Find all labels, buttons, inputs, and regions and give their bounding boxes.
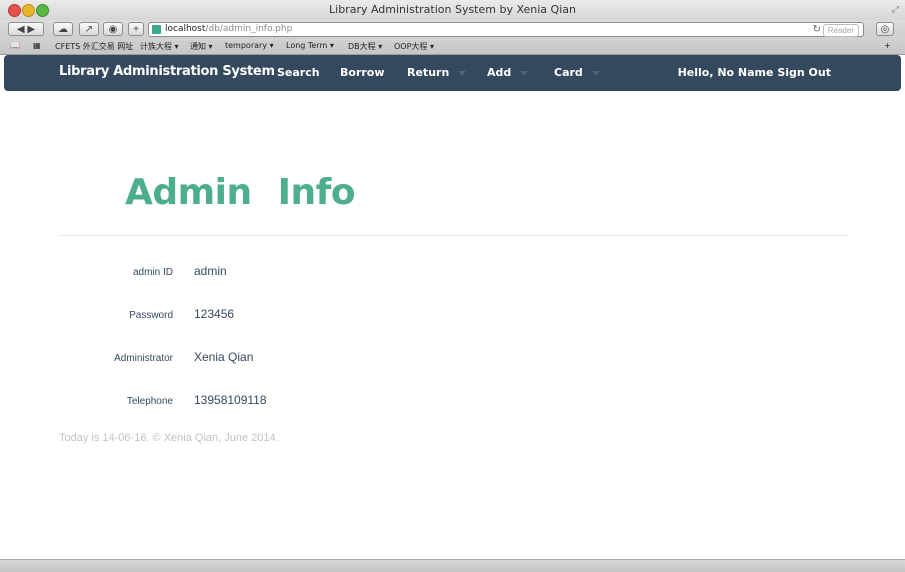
top-sites-icon[interactable]: ▦ xyxy=(33,41,41,50)
divider xyxy=(59,235,847,236)
bookmark-item[interactable]: 计族大程 ▾ xyxy=(140,41,179,52)
chevron-down-icon xyxy=(520,70,529,76)
nav-add[interactable]: Add xyxy=(487,66,529,79)
bookmark-item[interactable]: Long Term ▾ xyxy=(286,41,334,50)
nav-borrow[interactable]: Borrow xyxy=(340,66,385,79)
site-favicon-icon xyxy=(152,25,161,34)
field-label: admin ID xyxy=(132,267,173,278)
back-forward-buttons[interactable]: ◀ ▶ xyxy=(8,22,44,36)
sign-out-link[interactable]: Sign Out xyxy=(777,66,831,79)
nav-search[interactable]: Search xyxy=(277,66,320,79)
reading-list-icon[interactable]: 📖 xyxy=(10,41,20,50)
bookmark-item[interactable]: 通知 ▾ xyxy=(190,41,213,52)
address-bar[interactable]: localhost/db/admin_info.php ↻ Reader xyxy=(148,22,864,37)
bookmarks-bar: 📖 ▦ CFETS 外汇交易 网址 计族大程 ▾ 通知 ▾ temporary … xyxy=(0,38,905,55)
downloads-icon[interactable]: ◉ xyxy=(103,22,123,36)
reload-icon[interactable]: ↻ xyxy=(813,23,821,36)
fullscreen-icon[interactable]: ⤢ xyxy=(892,4,899,15)
icloud-icon[interactable]: ☁ xyxy=(53,22,73,36)
page-title: Admin Info xyxy=(125,172,356,213)
window-title: Library Administration System by Xenia Q… xyxy=(329,3,576,16)
bookmark-item[interactable]: DB大程 ▾ xyxy=(348,41,382,52)
chevron-down-icon xyxy=(591,70,600,76)
bookmark-item[interactable]: temporary ▾ xyxy=(225,41,274,50)
field-value: 13958109118 xyxy=(194,393,267,407)
nav-card[interactable]: Card xyxy=(554,66,600,79)
reader-button[interactable]: Reader xyxy=(822,24,859,37)
share-icon[interactable]: ↗ xyxy=(79,22,99,36)
field-label: Password xyxy=(129,310,173,321)
field-value: Xenia Qian xyxy=(194,350,254,364)
user-greeting: Hello, No Name Sign Out xyxy=(677,66,831,79)
downloads-circle-icon[interactable]: ◎ xyxy=(876,22,894,36)
field-value: 123456 xyxy=(194,307,235,321)
brand-link[interactable]: Library Administration System xyxy=(59,64,275,79)
status-bar xyxy=(0,559,905,572)
field-label: Telephone xyxy=(126,396,173,407)
top-navbar: Library Administration System Search Bor… xyxy=(4,55,901,91)
browser-toolbar: ◀ ▶ ☁ ↗ ◉ + localhost/db/admin_info.php … xyxy=(0,20,905,38)
bookmark-item[interactable]: OOP大程 ▾ xyxy=(394,41,434,52)
chevron-down-icon xyxy=(458,70,467,76)
footer-text: Today is 14-06-16. © Xenia Qian, June 20… xyxy=(59,432,279,444)
new-tab-icon[interactable]: + xyxy=(128,22,144,36)
url-text: localhost/db/admin_info.php xyxy=(165,24,293,34)
browser-window: Library Administration System by Xenia Q… xyxy=(0,0,905,572)
nav-return[interactable]: Return xyxy=(407,66,467,79)
bookmark-item[interactable]: CFETS 外汇交易 网址 xyxy=(55,41,133,52)
add-bookmark-icon[interactable]: + xyxy=(884,41,891,50)
field-value: admin xyxy=(194,264,227,278)
field-label: Administrator xyxy=(114,353,173,364)
title-bar: Library Administration System by Xenia Q… xyxy=(0,0,905,21)
